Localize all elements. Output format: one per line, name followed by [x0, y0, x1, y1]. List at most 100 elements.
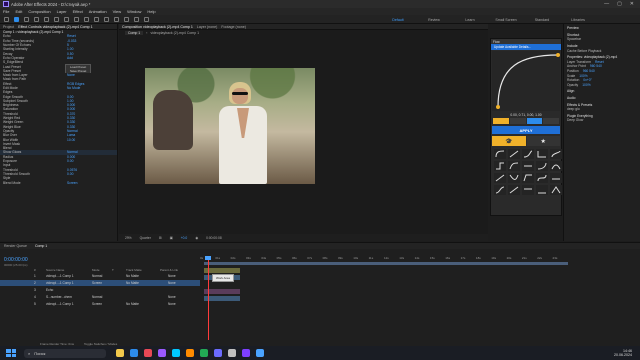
panel-property-value[interactable]: Reset	[595, 60, 604, 64]
brush-tool-icon[interactable]	[104, 16, 109, 22]
curve-preset-tile[interactable]	[508, 161, 520, 171]
layer-mode[interactable]: Screen	[92, 281, 102, 285]
effect-property-value[interactable]: 10.00	[67, 138, 75, 142]
taskbar-app-icon[interactable]	[158, 349, 166, 357]
curve-preset-tile[interactable]	[550, 161, 562, 171]
maximize-button[interactable]: ▢	[617, 1, 622, 7]
close-button[interactable]: ✕	[630, 1, 634, 7]
layer-num[interactable]: 3	[34, 288, 36, 292]
curve-preset-tile[interactable]	[536, 185, 548, 195]
panel-property-value[interactable]: 960 540	[583, 69, 595, 73]
clone-stamp-tool-icon[interactable]	[114, 16, 119, 22]
rotate-tool-icon[interactable]	[44, 16, 49, 22]
menu-help[interactable]: Help	[147, 9, 155, 14]
layer-duration-bar[interactable]	[204, 289, 240, 294]
windows-start-icon[interactable]	[6, 349, 16, 357]
layer-matte[interactable]: No Matte	[126, 302, 139, 306]
workspace-libraries[interactable]: Libraries	[560, 18, 596, 22]
layer-parent[interactable]: None	[168, 302, 176, 306]
camera-snapshot-icon[interactable]: ◉	[195, 236, 198, 240]
pan-behind-tool-icon[interactable]	[64, 16, 69, 22]
playhead-handle[interactable]	[205, 256, 211, 260]
playhead[interactable]	[208, 256, 209, 340]
tab-project[interactable]: Project	[3, 25, 14, 29]
timeline-layer-row[interactable]: 3 Echo	[0, 287, 200, 293]
taskbar-app-icon[interactable]	[256, 349, 264, 357]
curve-preset-tile[interactable]	[522, 161, 534, 171]
apply-button[interactable]: APPLY	[492, 126, 560, 134]
eraser-tool-icon[interactable]	[124, 16, 129, 22]
tab-comp-1[interactable]: Comp 1	[35, 244, 47, 248]
layer-parent[interactable]: None	[168, 295, 176, 299]
curve-preset-tile[interactable]	[550, 185, 562, 195]
roto-brush-tool-icon[interactable]	[134, 16, 139, 22]
zoom-tool-icon[interactable]	[34, 16, 39, 22]
curve-preset-tile[interactable]	[494, 185, 506, 195]
curve-preset-tile[interactable]	[536, 161, 548, 171]
panel-section-title[interactable]: Align	[564, 89, 640, 94]
effect-property-value[interactable]: No Mode	[67, 86, 80, 90]
timeline-layer-row[interactable]: 1 videopl...-1 Comp 1 Normal No Matte None	[0, 273, 200, 279]
graduation-cap-icon[interactable]: 🎓	[492, 136, 526, 146]
curve-preset-tile[interactable]	[536, 173, 548, 183]
resolution-dropdown[interactable]: Quarter	[140, 236, 151, 240]
menu-file[interactable]: File	[3, 9, 9, 14]
panel-property-row[interactable]: Deep Glow	[564, 118, 640, 123]
taskbar-app-icon[interactable]	[144, 349, 152, 357]
workspace-learn[interactable]: Learn	[452, 18, 488, 22]
layer-matte[interactable]: No Matte	[126, 274, 139, 278]
curve-preset-tile[interactable]	[494, 173, 506, 183]
timeline-layer-row[interactable]: 2 videopl...-1 Comp 1 Screen No Matte None	[0, 280, 200, 286]
minimize-button[interactable]: —	[604, 1, 609, 7]
taskbar-app-icon[interactable]	[200, 349, 208, 357]
type-tool-icon[interactable]	[94, 16, 99, 22]
tab-composition[interactable]: Composition videoplayback (2)-mp4 Comp 1	[122, 25, 193, 29]
rectangle-tool-icon[interactable]	[74, 16, 79, 22]
tab-footage[interactable]: Footage (none)	[221, 25, 246, 29]
panel-property-row[interactable]: deep glo	[564, 107, 640, 112]
easing-curve-editor[interactable]	[492, 51, 560, 111]
panel-section-title[interactable]: Preview	[564, 26, 640, 31]
workspace-small-screen[interactable]: Small Screen	[488, 18, 524, 22]
panel-property-value[interactable]: 100%	[579, 74, 587, 78]
mask-toggle-icon[interactable]: ▣	[170, 236, 173, 240]
current-frame[interactable]: 0:00:00:08	[206, 236, 222, 240]
effect-property-value[interactable]: None	[67, 73, 75, 77]
puppet-tool-icon[interactable]	[144, 16, 149, 22]
camera-tool-icon[interactable]	[54, 16, 59, 22]
taskbar-app-icon[interactable]	[186, 349, 194, 357]
taskbar-search[interactable]: ⌕ Поиск	[24, 348, 106, 358]
curve-preset-tile[interactable]	[508, 185, 520, 195]
layer-mode[interactable]: Normal	[92, 295, 102, 299]
curve-preset-tile[interactable]	[494, 149, 506, 159]
taskbar-app-icon[interactable]	[228, 349, 236, 357]
effect-property-value[interactable]: Add	[67, 56, 73, 60]
workspace-standard[interactable]: Standard	[524, 18, 560, 22]
update-available-banner[interactable]: Update Available Details...	[491, 44, 561, 50]
flip-tool-icon[interactable]	[509, 118, 526, 124]
workspace-review[interactable]: Review	[416, 18, 452, 22]
taskbar-app-icon[interactable]	[130, 349, 138, 357]
panel-property-value[interactable]: 100%	[582, 83, 590, 87]
layer-duration-bar[interactable]	[204, 296, 240, 301]
zoom-dropdown[interactable]: 29%	[125, 236, 132, 240]
layer-matte[interactable]: No Matte	[126, 281, 139, 285]
curve-preset-tile[interactable]	[508, 173, 520, 183]
link-tool-icon[interactable]	[526, 118, 543, 124]
breadcrumb-comp-1[interactable]: Comp 1	[125, 31, 144, 35]
effect-property-value[interactable]: 0.00	[67, 159, 73, 163]
selection-tool-icon[interactable]	[14, 16, 19, 22]
curve-preset-tile[interactable]	[508, 149, 520, 159]
home-icon[interactable]	[4, 16, 9, 22]
effect-property-value[interactable]: Screen	[67, 181, 77, 185]
layer-num[interactable]: 4	[34, 295, 36, 299]
panel-property-row[interactable]: Opacity 100%	[564, 83, 640, 88]
workspace-default[interactable]: Default	[380, 18, 416, 22]
menu-tool-icon[interactable]	[543, 118, 559, 124]
effect-property-value[interactable]: 0.00	[67, 172, 73, 176]
taskbar-app-icon[interactable]	[214, 349, 222, 357]
curve-preset-tile[interactable]	[522, 185, 534, 195]
panel-property-value[interactable]: 960 540	[590, 64, 602, 68]
tab-render-queue[interactable]: Render Queue	[4, 244, 27, 248]
hand-tool-icon[interactable]	[24, 16, 29, 22]
